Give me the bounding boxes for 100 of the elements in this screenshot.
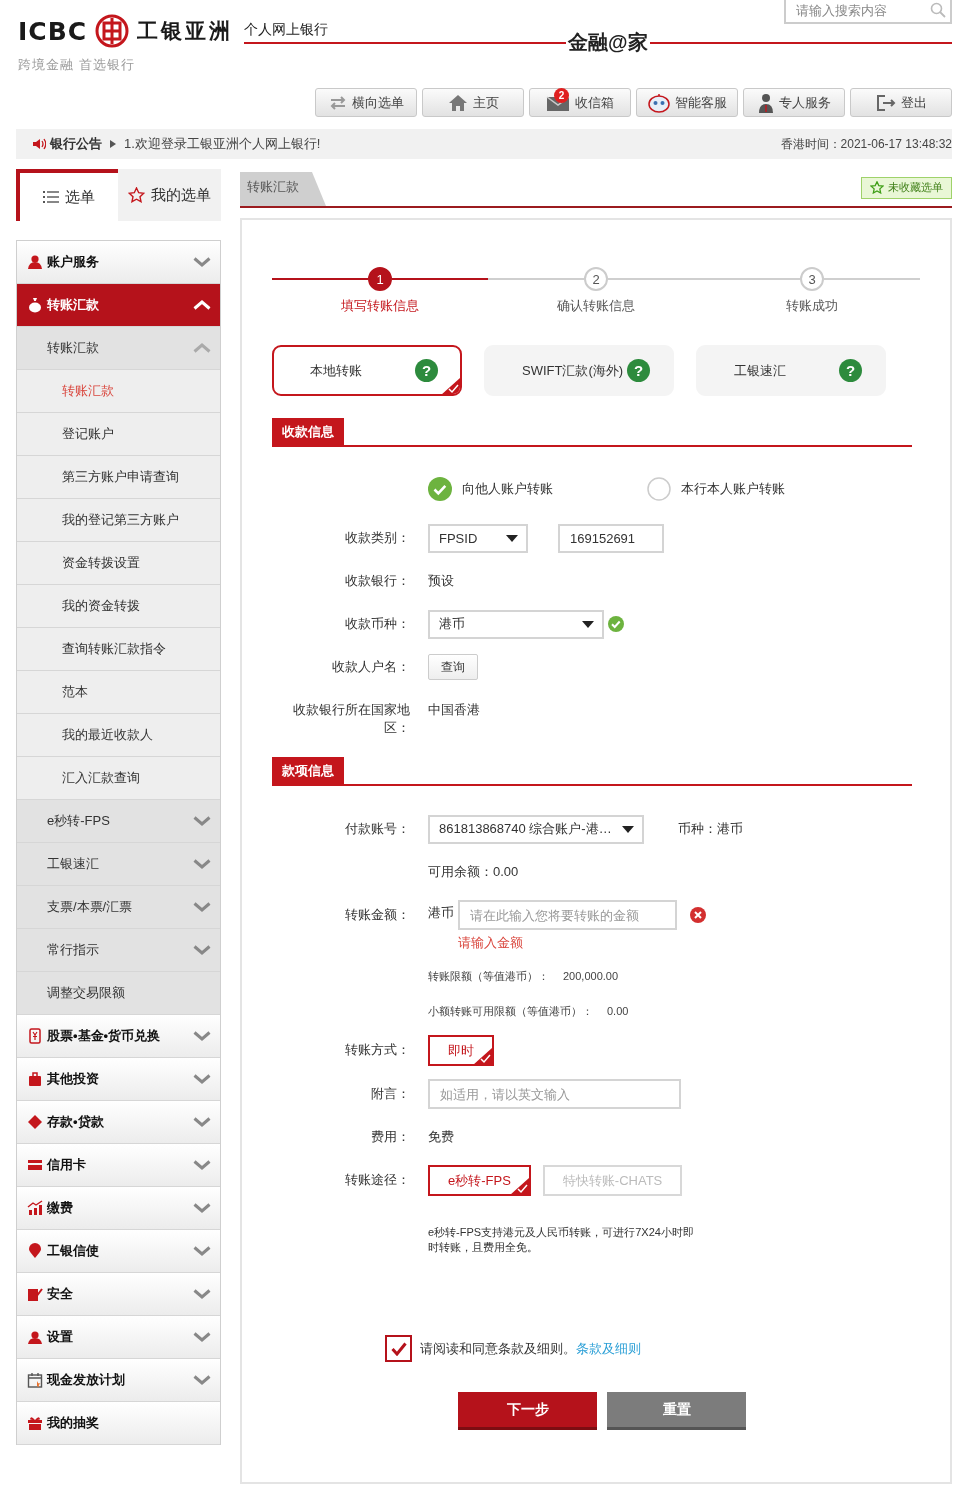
chevron-down-icon (193, 816, 211, 826)
calendar-icon (27, 1372, 43, 1388)
section-title: 收款信息 (272, 418, 344, 445)
field-label: 收款银行： (344, 572, 410, 590)
field-label: 收款币种： (344, 615, 410, 633)
input-field[interactable]: 如适用，请以英文输入 (428, 1079, 681, 1109)
menu-item[interactable]: 范本 (17, 671, 220, 714)
chevron-down-icon (193, 1160, 211, 1170)
field-label: 附言： (370, 1085, 410, 1103)
menu-item[interactable]: 转账汇款 (17, 284, 220, 327)
pin-icon (27, 1243, 43, 1259)
transfer-type-card[interactable]: SWIFT汇款(海外) ? (484, 345, 674, 396)
menu-item[interactable]: 支票/本票/汇票 (17, 886, 220, 929)
logout-icon (875, 94, 896, 111)
dropdown[interactable]: 港币 (428, 609, 604, 639)
bar-chart-icon (27, 1200, 43, 1216)
breadcrumb-tab[interactable]: 转账汇款 (240, 172, 326, 206)
menu-item[interactable]: 调整交易限额 (17, 972, 220, 1015)
step-label: 确认转账信息 (557, 297, 635, 315)
limit-value: 0.00 (607, 1005, 629, 1017)
menu-item[interactable]: 登记账户 (17, 413, 220, 456)
error-icon (690, 907, 706, 923)
tagline: 跨境金融 首选银行 (18, 56, 136, 74)
nav-button[interactable]: 登出 (850, 88, 952, 117)
menu-item[interactable]: 汇入汇款查询 (17, 757, 220, 800)
next-button[interactable]: 下一步 (458, 1392, 597, 1430)
query-button[interactable]: 查询 (428, 654, 478, 680)
check-corner-icon (441, 377, 460, 394)
transfer-type-card[interactable]: 本地转账 ? (272, 345, 462, 396)
step-number: 2 (584, 267, 608, 291)
field-label: 转账方式： (344, 1041, 410, 1059)
field-label: 转账金额： (344, 906, 410, 924)
briefcase-icon (27, 1071, 43, 1087)
chevron-down-icon (193, 1031, 211, 1041)
phone-icon (27, 1028, 43, 1044)
person-icon (757, 92, 774, 113)
nav-button[interactable]: 主页 (422, 88, 524, 117)
transfer-type-card[interactable]: 工银速汇 ? (696, 345, 886, 396)
chevron-down-icon (193, 945, 211, 955)
nav-button[interactable]: 专人服务 (743, 88, 845, 117)
field-label: 费用： (370, 1128, 410, 1146)
agree-checkbox[interactable] (385, 1335, 412, 1362)
section-title: 款项信息 (272, 757, 344, 784)
option-button[interactable]: e秒转-FPS (428, 1165, 531, 1196)
field-label: 收款人户名： (331, 658, 410, 676)
field-label: 转账途径： (344, 1171, 410, 1189)
menu-item[interactable]: 查询转账汇款指令 (17, 628, 220, 671)
menu-item[interactable]: 常行指示 (17, 929, 220, 972)
dropdown[interactable]: FPSID (428, 523, 528, 553)
chevron-up-icon (193, 343, 211, 353)
favorite-button[interactable]: 未收藏选单 (861, 176, 952, 199)
menu-item[interactable]: 第三方账户申请查询 (17, 456, 220, 499)
reset-button[interactable]: 重置 (607, 1392, 746, 1430)
menu-item[interactable]: 我的登记第三方账户 (17, 499, 220, 542)
nav-button[interactable]: 2 收信箱 (529, 88, 631, 117)
limit-label: 转账限额（等值港币）： (428, 968, 549, 984)
chevron-down-icon (193, 1203, 211, 1213)
menu-item[interactable]: 工银速汇 (17, 843, 220, 886)
note-text: e秒转-FPS支持港元及人民币转账，可进行7X24小时即时转账，且费用全免。 (428, 1225, 695, 1255)
menu-item[interactable]: 资金转拨设置 (17, 542, 220, 585)
menu-item[interactable]: 我的资金转拨 (17, 585, 220, 628)
radio-label: 本行本人账户转账 (681, 480, 785, 498)
gift-icon (27, 1415, 43, 1431)
notice-title: 银行公告 (50, 135, 102, 153)
notice-message[interactable]: 1.欢迎登录工银亚洲个人网上银行! (124, 135, 321, 153)
slogan: 金融@家 (568, 30, 648, 55)
field-value: 可用余额：0.00 (428, 863, 519, 881)
nav-button[interactable]: 智能客服 (636, 88, 738, 117)
field-label: 收款银行所在国家地区： (292, 701, 410, 737)
help-icon[interactable]: ? (627, 359, 650, 382)
dropdown[interactable]: 861813868740 综合账户-港… (428, 814, 644, 844)
menu-item[interactable]: 我的最近收款人 (17, 714, 220, 757)
radio-button[interactable] (428, 477, 452, 501)
menu-item[interactable]: 转账汇款 (17, 370, 220, 413)
step-number: 3 (800, 267, 824, 291)
input-field[interactable]: 169152691 (558, 523, 664, 553)
chevron-up-icon (193, 300, 211, 310)
search-field[interactable]: 请输入搜索内容 (784, 0, 952, 24)
error-message: 请输入金额 (458, 934, 524, 952)
robot-icon (647, 92, 670, 113)
menu-item[interactable]: e秒转-FPS (17, 800, 220, 843)
field-value: 币种：港币 (677, 820, 743, 838)
nav-button[interactable]: 横向选单 (315, 88, 417, 117)
limit-value: 200,000.00 (563, 970, 619, 982)
chevron-down-icon (193, 859, 211, 869)
field-label: 付款账号： (344, 820, 410, 838)
radio-button[interactable] (647, 477, 671, 501)
check-icon (390, 1341, 407, 1356)
menu-item[interactable]: 转账汇款 (17, 327, 220, 370)
bank-name: 工银亚洲 (137, 18, 234, 44)
search-icon (930, 2, 946, 18)
sidebar-tab[interactable]: 选单 (16, 169, 118, 221)
sidebar-tab[interactable]: 我的选单 (118, 169, 221, 221)
input-field[interactable]: 请在此输入您将要转账的金额 (458, 900, 677, 930)
limit-label: 小额转账可用限额（等值港币）： (428, 1003, 593, 1019)
person-icon (27, 254, 43, 270)
transfer-type-label: 本地转账 (310, 361, 362, 380)
option-button[interactable]: 即时 (428, 1035, 494, 1066)
help-icon[interactable]: ? (415, 359, 438, 382)
help-icon[interactable]: ? (839, 359, 862, 382)
